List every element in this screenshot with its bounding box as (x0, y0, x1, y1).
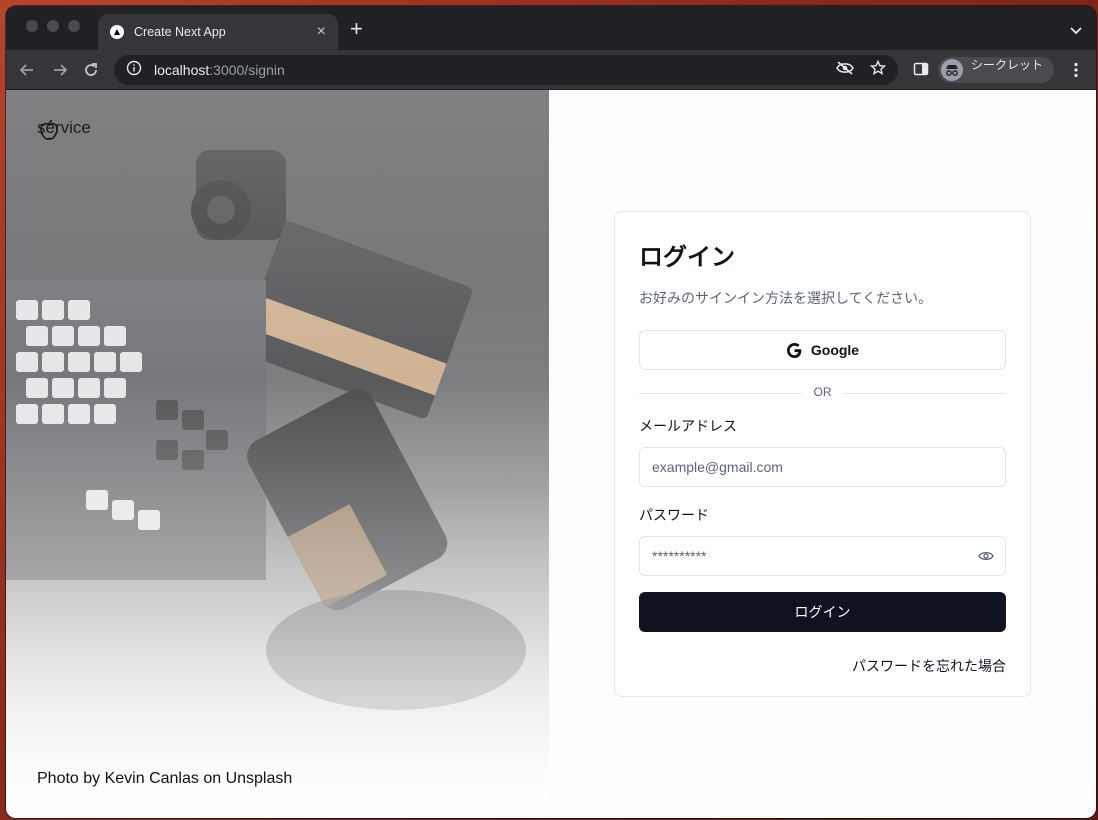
browser-menu-icon[interactable] (1067, 61, 1085, 79)
back-arrow-icon[interactable] (18, 61, 36, 79)
password-label: パスワード (639, 507, 709, 523)
window-controls (26, 20, 80, 32)
address-bar[interactable]: localhost:3000/signin (114, 55, 898, 85)
browser-window: Create Next App × + localhost:3000/signi… (6, 6, 1096, 818)
password-value: ********** (652, 548, 707, 564)
or-divider: OR (639, 385, 1006, 399)
email-field[interactable]: example@gmail.com (639, 447, 1006, 487)
incognito-icon (941, 59, 963, 81)
email-label: メールアドレス (639, 418, 737, 434)
reload-icon[interactable] (82, 61, 100, 79)
tab-strip: Create Next App × + (6, 6, 1096, 50)
nextjs-favicon-icon (110, 25, 124, 39)
tab-search-chevron-icon[interactable] (1070, 22, 1082, 40)
show-password-eye-icon[interactable] (978, 549, 994, 566)
google-icon (786, 342, 802, 358)
browser-toolbar: localhost:3000/signin シークレット (6, 50, 1096, 90)
password-field[interactable]: ********** (639, 536, 1006, 576)
new-tab-button[interactable]: + (350, 18, 363, 40)
google-button-label: Google (810, 342, 860, 358)
login-description: お好みのサインイン方法を選択してください。 (639, 290, 933, 306)
maximize-window-button[interactable] (68, 20, 80, 32)
forgot-password-link[interactable]: パスワードを忘れた場合 (639, 656, 1006, 676)
login-card: ログイン お好みのサインイン方法を選択してください。 Google OR メール… (614, 211, 1031, 697)
tab-close-icon[interactable]: × (317, 24, 326, 40)
tab-title: Create Next App (134, 25, 226, 39)
side-panel-icon[interactable] (913, 61, 931, 79)
forward-arrow-icon[interactable] (51, 61, 69, 79)
url-host: localhost (154, 62, 210, 78)
login-title: ログイン (639, 244, 735, 271)
eye-off-icon[interactable] (836, 60, 854, 80)
close-window-button[interactable] (26, 20, 38, 32)
minimize-window-button[interactable] (47, 20, 59, 32)
bookmark-star-icon[interactable] (869, 59, 887, 81)
email-placeholder: example@gmail.com (652, 459, 783, 475)
profile-label: シークレット (971, 58, 1044, 72)
incognito-profile-chip[interactable]: シークレット (938, 57, 1054, 83)
hero-gradient-overlay (6, 90, 549, 818)
photo-credit: Photo by Kevin Canlas on Unsplash (37, 770, 293, 787)
login-submit-button[interactable]: ログイン (639, 592, 1006, 632)
apple-logo-icon (40, 119, 58, 140)
brand-logo[interactable]: service (37, 118, 91, 140)
url-text: localhost:3000/signin (154, 62, 836, 78)
site-info-icon[interactable] (126, 60, 142, 81)
browser-tab[interactable]: Create Next App × (98, 14, 338, 50)
google-signin-button[interactable]: Google (639, 330, 1006, 370)
address-bar-actions (836, 59, 887, 81)
or-divider-label: OR (801, 385, 844, 399)
signin-page: service Photo by Kevin Canlas on Unsplas… (6, 90, 1096, 818)
url-path: :3000/signin (209, 62, 285, 78)
hero-photo: service Photo by Kevin Canlas on Unsplas… (6, 90, 549, 818)
